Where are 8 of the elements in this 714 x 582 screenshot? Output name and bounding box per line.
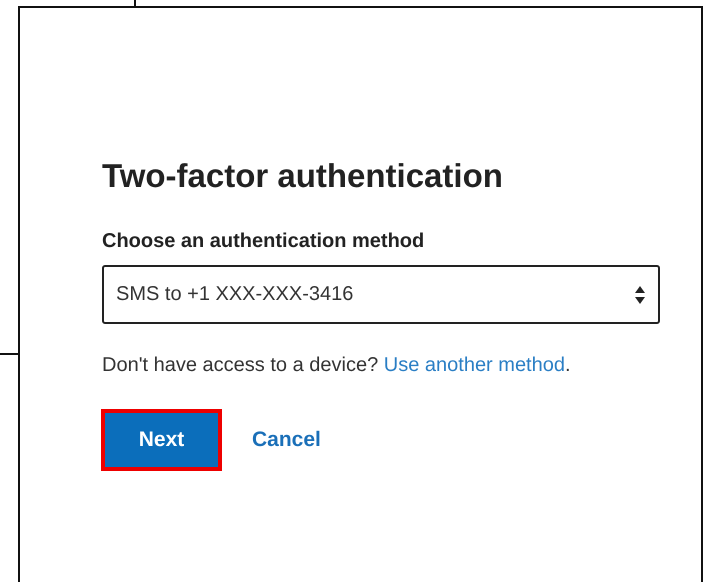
cancel-button[interactable]: Cancel <box>244 416 329 464</box>
next-button[interactable]: Next <box>101 409 222 471</box>
dialog-title: Two-factor authentication <box>102 156 504 196</box>
sort-arrows-icon <box>634 284 646 304</box>
method-select[interactable]: SMS to +1 XXX-XXX-3416 <box>102 265 660 324</box>
another-method-link[interactable]: Use another method <box>384 354 565 376</box>
method-label: Choose an authentication method <box>102 230 426 253</box>
help-text: Don't have access to a device? Use another method. <box>102 354 572 377</box>
